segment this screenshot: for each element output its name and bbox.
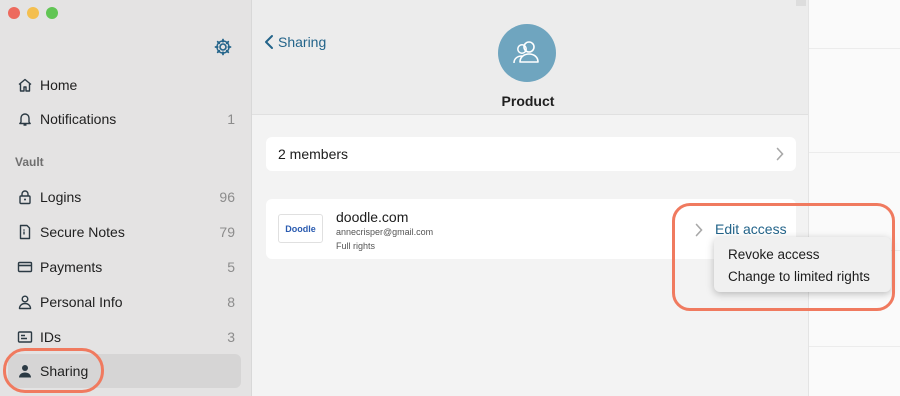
shared-item-email: annecrisper@gmail.com xyxy=(336,227,434,237)
sidebar: Home Notifications 1 Vault Logins 96 Sec… xyxy=(0,0,252,396)
note-icon xyxy=(16,223,34,241)
bell-icon xyxy=(16,110,34,128)
scroll-indicator xyxy=(796,0,806,6)
sidebar-item-payments[interactable]: Payments 5 xyxy=(8,250,241,284)
sidebar-item-count: 79 xyxy=(219,224,235,240)
sidebar-item-label: Logins xyxy=(40,189,82,205)
person-icon xyxy=(16,293,34,311)
back-button-label: Sharing xyxy=(278,34,327,50)
sharing-highlight-ring xyxy=(3,348,104,393)
sidebar-item-label: Home xyxy=(40,77,78,93)
doodle-logo: Doodle xyxy=(278,214,323,243)
id-icon xyxy=(16,328,34,346)
chevron-left-icon xyxy=(265,35,273,49)
background-window xyxy=(808,0,900,396)
detail-header: Sharing Product xyxy=(252,0,808,115)
close-window-button[interactable] xyxy=(8,7,20,19)
card-icon xyxy=(16,258,34,276)
vault-section-label: Vault xyxy=(15,155,44,169)
divider xyxy=(809,48,900,49)
sidebar-item-count: 3 xyxy=(227,329,235,345)
sidebar-item-home[interactable]: Home xyxy=(8,68,241,102)
sidebar-item-count: 1 xyxy=(227,111,235,127)
sidebar-item-label: Payments xyxy=(40,259,103,275)
sidebar-item-logins[interactable]: Logins 96 xyxy=(8,180,241,214)
sidebar-item-label: Secure Notes xyxy=(40,224,125,240)
members-count-label: 2 members xyxy=(278,146,349,162)
sidebar-item-personal-info[interactable]: Personal Info 8 xyxy=(8,285,241,319)
window-controls xyxy=(8,7,58,19)
sidebar-item-count: 5 xyxy=(227,259,235,275)
sidebar-item-count: 96 xyxy=(219,189,235,205)
main-panel: Sharing Product 2 members Doodle doodle.… xyxy=(252,0,808,396)
group-avatar xyxy=(498,24,556,82)
shared-item-title: doodle.com xyxy=(336,209,409,225)
sidebar-item-label: Personal Info xyxy=(40,294,123,310)
group-title: Product xyxy=(501,93,555,109)
minimize-window-button[interactable] xyxy=(27,7,39,19)
sidebar-item-secure-notes[interactable]: Secure Notes 79 xyxy=(8,215,241,249)
gear-icon[interactable] xyxy=(213,37,233,57)
sidebar-item-label: IDs xyxy=(40,329,61,345)
members-row[interactable]: 2 members xyxy=(266,137,796,171)
divider xyxy=(809,346,900,347)
group-icon xyxy=(513,41,539,64)
shared-item-rights: Full rights xyxy=(336,241,376,251)
sidebar-item-count: 8 xyxy=(227,294,235,310)
zoom-window-button[interactable] xyxy=(46,7,58,19)
divider xyxy=(809,152,900,153)
sidebar-item-notifications[interactable]: Notifications 1 xyxy=(8,102,241,136)
sidebar-item-label: Notifications xyxy=(40,111,117,127)
menu-highlight-ring xyxy=(672,203,895,311)
lock-icon xyxy=(16,188,34,206)
back-button[interactable]: Sharing xyxy=(264,34,326,50)
chevron-right-icon xyxy=(776,147,784,161)
home-icon xyxy=(16,76,34,94)
